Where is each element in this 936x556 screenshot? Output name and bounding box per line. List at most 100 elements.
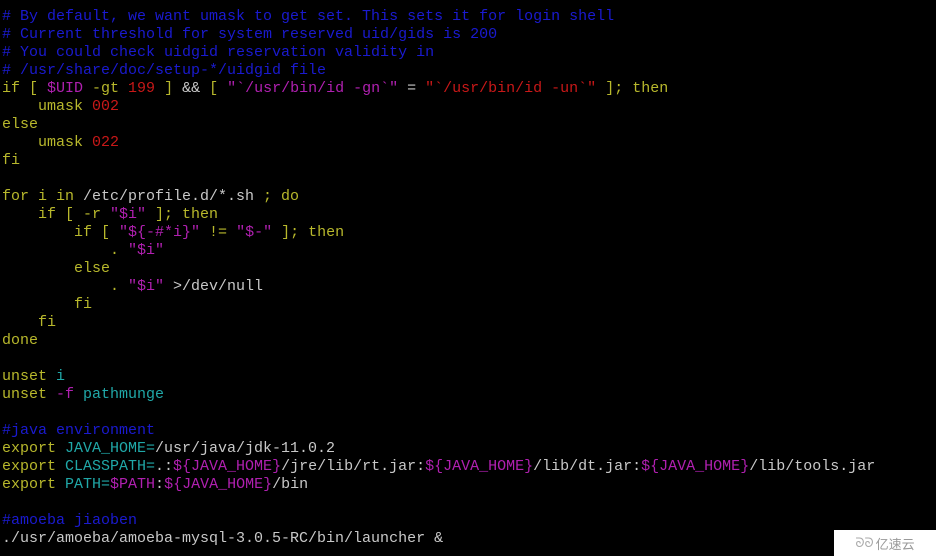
code-token: else — [2, 116, 39, 133]
code-token: # Current threshold for system reserved … — [2, 26, 498, 43]
code-token: "`/usr/bin/id -gn`" — [227, 80, 399, 97]
terminal-line: ./usr/amoeba/amoeba-mysql-3.0.5-RC/bin/l… — [2, 530, 875, 548]
terminal-line: . "$i" >/dev/null — [2, 278, 875, 296]
terminal-line: else — [2, 116, 875, 134]
code-token: ]; then — [272, 224, 345, 241]
code-token: $UID — [47, 80, 84, 97]
code-token: umask — [2, 134, 93, 151]
code-token: if [ -r — [2, 206, 111, 223]
code-token: export — [2, 458, 66, 475]
terminal-line: #amoeba jiaoben — [2, 512, 875, 530]
code-token: ]; then — [146, 206, 219, 223]
code-token: 002 — [92, 98, 120, 115]
code-token: # By default, we want umask to get set. … — [2, 8, 615, 25]
code-token: "$i" — [128, 242, 165, 259]
code-token: if [ — [2, 80, 48, 97]
code-token: JAVA_HOME= — [65, 440, 156, 457]
terminal-line: # /usr/share/doc/setup-*/uidgid file — [2, 62, 875, 80]
terminal-line: if [ "${-#*i}" != "$-" ]; then — [2, 224, 875, 242]
code-token: "$-" — [236, 224, 273, 241]
terminal-line: unset -f pathmunge — [2, 386, 875, 404]
terminal-line: if [ -r "$i" ]; then — [2, 206, 875, 224]
code-token: /lib/tools.jar — [749, 458, 876, 475]
code-token: 199 — [128, 80, 156, 97]
code-token: i — [56, 368, 66, 385]
code-token: ${JAVA_HOME} — [173, 458, 282, 475]
code-token: ${JAVA_HOME} — [164, 476, 273, 493]
code-token: /lib/dt.jar: — [533, 458, 642, 475]
code-token: for i in — [2, 188, 84, 205]
terminal-line: umask 002 — [2, 98, 875, 116]
code-token: unset — [2, 368, 57, 385]
terminal-line: umask 022 — [2, 134, 875, 152]
code-token: $PATH — [110, 476, 156, 493]
code-token: /jre/lib/rt.jar: — [281, 458, 426, 475]
code-token: . — [2, 278, 129, 295]
terminal-line: export PATH=$PATH:${JAVA_HOME}/bin — [2, 476, 875, 494]
code-token: fi — [2, 296, 93, 313]
terminal-line: # Current threshold for system reserved … — [2, 26, 875, 44]
terminal-line: export JAVA_HOME=/usr/java/jdk-11.0.2 — [2, 440, 875, 458]
watermark-text: 亿速云 — [875, 537, 915, 553]
code-token: "${-#*i}" — [119, 224, 201, 241]
code-token: CLASSPATH= — [65, 458, 156, 475]
code-token: ] — [155, 80, 183, 97]
code-token: -gt — [83, 80, 129, 97]
code-token: pathmunge — [74, 386, 165, 403]
terminal-line: fi — [2, 152, 875, 170]
watermark: ᘐᘐ 亿速云 — [834, 530, 936, 556]
terminal-line: for i in /etc/profile.d/*.sh ; do — [2, 188, 875, 206]
code-token: else — [2, 260, 111, 277]
code-token: # /usr/share/doc/setup-*/uidgid file — [2, 62, 327, 79]
code-token: unset — [2, 386, 57, 403]
terminal-line: # By default, we want umask to get set. … — [2, 8, 875, 26]
code-token: export — [2, 440, 66, 457]
code-token: PATH= — [65, 476, 111, 493]
code-token: [ — [200, 80, 228, 97]
code-token: /bin — [272, 476, 309, 493]
code-token: #java environment — [2, 422, 156, 439]
code-token: && — [182, 80, 201, 97]
terminal-line: fi — [2, 296, 875, 314]
code-token: "`/usr/bin/id -un`" — [425, 80, 597, 97]
terminal-line: #java environment — [2, 422, 875, 440]
code-token: /etc/profile.d/*.sh — [83, 188, 255, 205]
code-token: fi — [2, 314, 57, 331]
code-token: ]; then — [596, 80, 669, 97]
code-token: 022 — [92, 134, 120, 151]
code-token: done — [2, 332, 39, 349]
code-token: : — [155, 476, 165, 493]
cloud-logo-icon: ᘐᘐ — [855, 535, 874, 551]
code-token: = — [398, 80, 426, 97]
code-token: # You could check uidgid reservation val… — [2, 44, 435, 61]
code-token: >/dev/null — [164, 278, 264, 295]
terminal-line: unset i — [2, 368, 875, 386]
terminal-line: if [ $UID -gt 199 ] && [ "`/usr/bin/id -… — [2, 80, 875, 98]
code-token: #amoeba jiaoben — [2, 512, 138, 529]
code-token: ${JAVA_HOME} — [425, 458, 534, 475]
terminal-output: # By default, we want umask to get set. … — [2, 8, 875, 548]
terminal-line: else — [2, 260, 875, 278]
terminal-line: export CLASSPATH=.:${JAVA_HOME}/jre/lib/… — [2, 458, 875, 476]
code-token: ${JAVA_HOME} — [641, 458, 750, 475]
code-token: .: — [155, 458, 174, 475]
code-token: != — [200, 224, 237, 241]
code-token: "$i" — [128, 278, 165, 295]
terminal-line: # You could check uidgid reservation val… — [2, 44, 875, 62]
code-token: if [ — [2, 224, 120, 241]
code-token: ./usr/amoeba/amoeba-mysql-3.0.5-RC/bin/l… — [2, 530, 444, 547]
terminal-line: done — [2, 332, 875, 350]
code-token: /usr/java/jdk-11.0.2 — [155, 440, 336, 457]
code-token: -f — [56, 386, 75, 403]
code-token: ; do — [254, 188, 300, 205]
terminal-line: fi — [2, 314, 875, 332]
code-token: umask — [2, 98, 93, 115]
terminal-line: . "$i" — [2, 242, 875, 260]
code-token: "$i" — [110, 206, 147, 223]
code-token: fi — [2, 152, 21, 169]
code-token: export — [2, 476, 66, 493]
